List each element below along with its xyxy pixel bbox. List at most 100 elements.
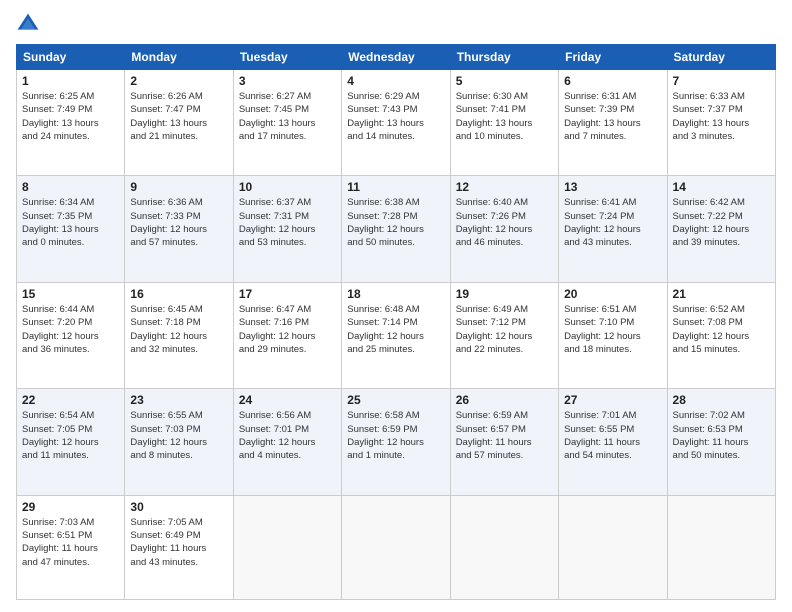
table-cell: 25 Sunrise: 6:58 AM Sunset: 6:59 PM Dayli… <box>342 389 450 495</box>
day-number: 7 <box>673 74 770 88</box>
day-info: Sunrise: 6:29 AM Sunset: 7:43 PM Dayligh… <box>347 90 444 143</box>
day-number: 2 <box>130 74 227 88</box>
table-cell: 21Sunrise: 6:52 AM Sunset: 7:08 PM Dayli… <box>667 282 775 388</box>
table-cell: 20Sunrise: 6:51 AM Sunset: 7:10 PM Dayli… <box>559 282 667 388</box>
day-info: Sunrise: 6:36 AM Sunset: 7:33 PM Dayligh… <box>130 196 227 249</box>
day-info: Sunrise: 6:31 AM Sunset: 7:39 PM Dayligh… <box>564 90 661 143</box>
logo-icon <box>16 12 40 36</box>
col-monday: Monday <box>125 45 233 70</box>
day-info: Sunrise: 6:59 AM Sunset: 6:57 PM Dayligh… <box>456 409 553 462</box>
day-number: 8 <box>22 180 119 194</box>
day-info: Sunrise: 6:33 AM Sunset: 7:37 PM Dayligh… <box>673 90 770 143</box>
table-cell: 26 Sunrise: 6:59 AM Sunset: 6:57 PM Dayli… <box>450 389 558 495</box>
table-cell: 1 Sunrise: 6:25 AM Sunset: 7:49 PM Daylig… <box>17 70 125 176</box>
col-thursday: Thursday <box>450 45 558 70</box>
table-cell: 28 Sunrise: 7:02 AM Sunset: 6:53 PM Dayli… <box>667 389 775 495</box>
day-number: 1 <box>22 74 119 88</box>
day-info: Sunrise: 6:44 AM Sunset: 7:20 PM Dayligh… <box>22 303 119 356</box>
day-info: Sunrise: 7:05 AM Sunset: 6:49 PM Dayligh… <box>130 516 227 569</box>
day-number: 29 <box>22 500 119 514</box>
table-cell: 19 Sunrise: 6:49 AM Sunset: 7:12 PM Dayli… <box>450 282 558 388</box>
day-number: 26 <box>456 393 553 407</box>
col-friday: Friday <box>559 45 667 70</box>
logo <box>16 12 44 36</box>
day-info: Sunrise: 6:41 AM Sunset: 7:24 PM Dayligh… <box>564 196 661 249</box>
table-cell: 29 Sunrise: 7:03 AM Sunset: 6:51 PM Dayli… <box>17 495 125 599</box>
day-number: 3 <box>239 74 336 88</box>
table-cell <box>559 495 667 599</box>
day-number: 15 <box>22 287 119 301</box>
table-cell: 14 Sunrise: 6:42 AM Sunset: 7:22 PM Dayli… <box>667 176 775 282</box>
col-saturday: Saturday <box>667 45 775 70</box>
calendar-table: Sunday Monday Tuesday Wednesday Thursday… <box>16 44 776 600</box>
table-cell: 11 Sunrise: 6:38 AM Sunset: 7:28 PM Dayli… <box>342 176 450 282</box>
day-number: 22 <box>22 393 119 407</box>
table-cell: 17 Sunrise: 6:47 AM Sunset: 7:16 PM Dayli… <box>233 282 341 388</box>
table-cell: 24Sunrise: 6:56 AM Sunset: 7:01 PM Dayli… <box>233 389 341 495</box>
day-info: Sunrise: 7:02 AM Sunset: 6:53 PM Dayligh… <box>673 409 770 462</box>
day-info: Sunrise: 6:49 AM Sunset: 7:12 PM Dayligh… <box>456 303 553 356</box>
table-cell: 2Sunrise: 6:26 AM Sunset: 7:47 PM Daylig… <box>125 70 233 176</box>
table-cell: 15 Sunrise: 6:44 AM Sunset: 7:20 PM Dayli… <box>17 282 125 388</box>
day-number: 11 <box>347 180 444 194</box>
table-cell <box>233 495 341 599</box>
table-cell: 23 Sunrise: 6:55 AM Sunset: 7:03 PM Dayli… <box>125 389 233 495</box>
day-number: 4 <box>347 74 444 88</box>
table-cell: 22 Sunrise: 6:54 AM Sunset: 7:05 PM Dayli… <box>17 389 125 495</box>
day-number: 23 <box>130 393 227 407</box>
day-info: Sunrise: 6:45 AM Sunset: 7:18 PM Dayligh… <box>130 303 227 356</box>
day-info: Sunrise: 6:40 AM Sunset: 7:26 PM Dayligh… <box>456 196 553 249</box>
day-number: 18 <box>347 287 444 301</box>
day-number: 13 <box>564 180 661 194</box>
day-number: 19 <box>456 287 553 301</box>
day-info: Sunrise: 6:58 AM Sunset: 6:59 PM Dayligh… <box>347 409 444 462</box>
day-info: Sunrise: 6:55 AM Sunset: 7:03 PM Dayligh… <box>130 409 227 462</box>
day-info: Sunrise: 6:30 AM Sunset: 7:41 PM Dayligh… <box>456 90 553 143</box>
day-number: 25 <box>347 393 444 407</box>
col-wednesday: Wednesday <box>342 45 450 70</box>
day-info: Sunrise: 7:03 AM Sunset: 6:51 PM Dayligh… <box>22 516 119 569</box>
day-number: 10 <box>239 180 336 194</box>
day-number: 14 <box>673 180 770 194</box>
day-number: 21 <box>673 287 770 301</box>
day-info: Sunrise: 6:34 AM Sunset: 7:35 PM Dayligh… <box>22 196 119 249</box>
col-tuesday: Tuesday <box>233 45 341 70</box>
day-number: 6 <box>564 74 661 88</box>
table-cell: 5 Sunrise: 6:30 AM Sunset: 7:41 PM Daylig… <box>450 70 558 176</box>
day-number: 17 <box>239 287 336 301</box>
day-info: Sunrise: 6:25 AM Sunset: 7:49 PM Dayligh… <box>22 90 119 143</box>
day-number: 28 <box>673 393 770 407</box>
table-cell: 6 Sunrise: 6:31 AM Sunset: 7:39 PM Daylig… <box>559 70 667 176</box>
table-cell: 27 Sunrise: 7:01 AM Sunset: 6:55 PM Dayli… <box>559 389 667 495</box>
table-cell: 9 Sunrise: 6:36 AM Sunset: 7:33 PM Daylig… <box>125 176 233 282</box>
col-sunday: Sunday <box>17 45 125 70</box>
day-info: Sunrise: 6:37 AM Sunset: 7:31 PM Dayligh… <box>239 196 336 249</box>
table-cell <box>667 495 775 599</box>
day-info: Sunrise: 6:54 AM Sunset: 7:05 PM Dayligh… <box>22 409 119 462</box>
day-info: Sunrise: 6:27 AM Sunset: 7:45 PM Dayligh… <box>239 90 336 143</box>
day-info: Sunrise: 6:42 AM Sunset: 7:22 PM Dayligh… <box>673 196 770 249</box>
day-info: Sunrise: 6:48 AM Sunset: 7:14 PM Dayligh… <box>347 303 444 356</box>
day-info: Sunrise: 6:51 AM Sunset: 7:10 PM Dayligh… <box>564 303 661 356</box>
day-info: Sunrise: 6:38 AM Sunset: 7:28 PM Dayligh… <box>347 196 444 249</box>
table-cell <box>450 495 558 599</box>
day-number: 9 <box>130 180 227 194</box>
table-cell <box>342 495 450 599</box>
table-cell: 13 Sunrise: 6:41 AM Sunset: 7:24 PM Dayli… <box>559 176 667 282</box>
day-number: 24 <box>239 393 336 407</box>
day-info: Sunrise: 7:01 AM Sunset: 6:55 PM Dayligh… <box>564 409 661 462</box>
day-number: 5 <box>456 74 553 88</box>
table-cell: 7 Sunrise: 6:33 AM Sunset: 7:37 PM Daylig… <box>667 70 775 176</box>
table-cell: 8 Sunrise: 6:34 AM Sunset: 7:35 PM Daylig… <box>17 176 125 282</box>
day-number: 12 <box>456 180 553 194</box>
day-number: 27 <box>564 393 661 407</box>
table-cell: 10 Sunrise: 6:37 AM Sunset: 7:31 PM Dayli… <box>233 176 341 282</box>
header <box>16 12 776 36</box>
table-cell: 18 Sunrise: 6:48 AM Sunset: 7:14 PM Dayli… <box>342 282 450 388</box>
page: Sunday Monday Tuesday Wednesday Thursday… <box>0 0 792 612</box>
day-number: 16 <box>130 287 227 301</box>
day-info: Sunrise: 6:47 AM Sunset: 7:16 PM Dayligh… <box>239 303 336 356</box>
table-cell: 30Sunrise: 7:05 AM Sunset: 6:49 PM Dayli… <box>125 495 233 599</box>
header-row: Sunday Monday Tuesday Wednesday Thursday… <box>17 45 776 70</box>
table-cell: 16 Sunrise: 6:45 AM Sunset: 7:18 PM Dayli… <box>125 282 233 388</box>
